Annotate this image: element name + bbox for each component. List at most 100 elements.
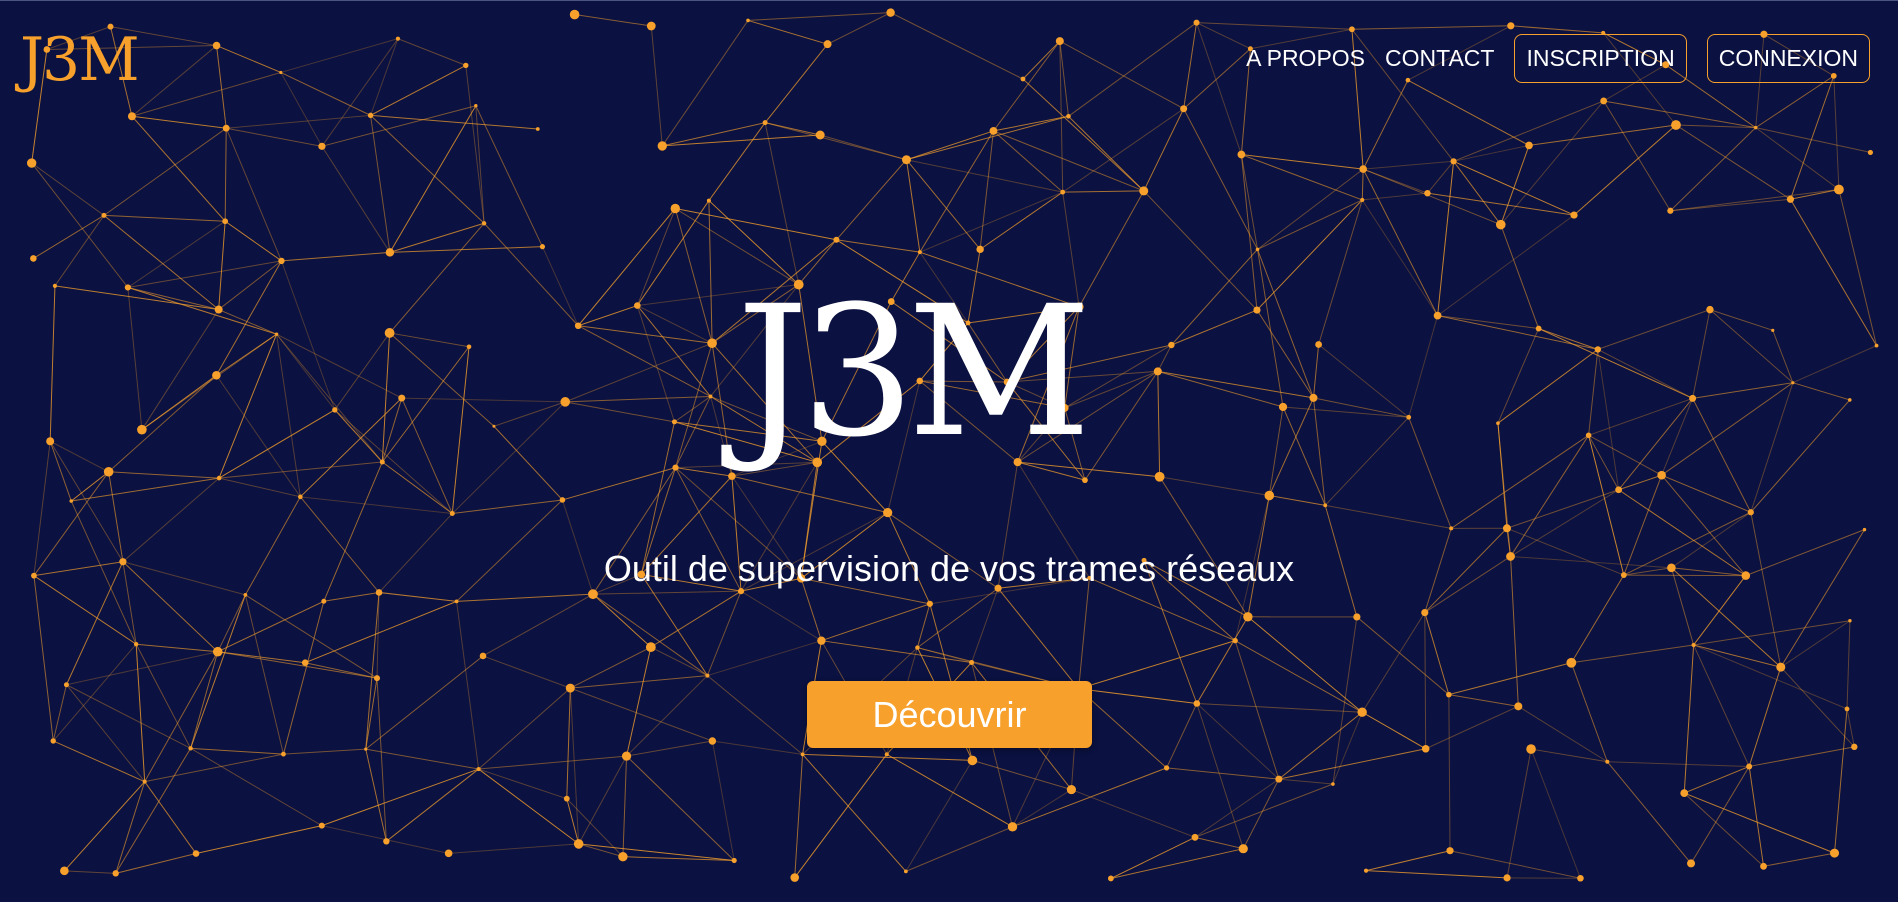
nav-about-link[interactable]: A PROPOS bbox=[1246, 45, 1365, 72]
network-line bbox=[1356, 616, 1450, 695]
network-node bbox=[63, 682, 69, 688]
network-line bbox=[1166, 703, 1198, 769]
network-node bbox=[476, 766, 481, 772]
network-line bbox=[1078, 688, 1197, 705]
network-line bbox=[365, 748, 479, 770]
network-node bbox=[444, 849, 453, 858]
nav-contact-link[interactable]: CONTACT bbox=[1385, 45, 1494, 72]
signup-button[interactable]: INSCRIPTION bbox=[1514, 34, 1687, 83]
network-line bbox=[1838, 189, 1878, 346]
network-line bbox=[1448, 694, 1519, 707]
network-node bbox=[212, 646, 223, 657]
network-line bbox=[281, 260, 336, 411]
network-line bbox=[1750, 382, 1794, 513]
network-line bbox=[708, 200, 713, 344]
network-node bbox=[535, 127, 540, 131]
network-line bbox=[1618, 398, 1694, 491]
network-node bbox=[728, 472, 736, 480]
network-node bbox=[301, 659, 309, 667]
network-line bbox=[731, 475, 888, 514]
network-line bbox=[821, 640, 972, 663]
network-node bbox=[214, 305, 223, 314]
network-line bbox=[997, 587, 1080, 690]
network-line bbox=[305, 600, 457, 664]
network-line bbox=[1607, 761, 1750, 767]
network-node bbox=[708, 394, 713, 399]
network-node bbox=[60, 866, 69, 876]
network-node bbox=[479, 652, 487, 660]
network-line bbox=[1510, 435, 1590, 557]
network-node bbox=[705, 673, 710, 678]
network-line bbox=[1062, 190, 1144, 193]
network-line bbox=[971, 588, 999, 663]
network-line bbox=[1257, 249, 1284, 408]
network-line bbox=[1453, 144, 1530, 162]
network-line bbox=[917, 587, 999, 648]
network-node bbox=[1275, 775, 1283, 783]
network-line bbox=[592, 590, 742, 595]
network-line bbox=[376, 678, 387, 842]
network-node bbox=[321, 598, 327, 604]
network-line bbox=[1166, 767, 1279, 780]
network-node bbox=[707, 338, 717, 348]
network-node bbox=[1446, 691, 1452, 698]
network-line bbox=[1670, 198, 1791, 212]
brand-logo[interactable]: J3M bbox=[20, 22, 155, 92]
network-node bbox=[621, 751, 632, 761]
network-node bbox=[1315, 341, 1323, 348]
network-line bbox=[919, 191, 1063, 253]
network-node bbox=[1760, 862, 1767, 870]
network-line bbox=[674, 208, 713, 344]
discover-button[interactable]: Découvrir bbox=[807, 681, 1092, 748]
network-line bbox=[1780, 620, 1851, 668]
network-line bbox=[1670, 188, 1839, 212]
network-line bbox=[1110, 836, 1196, 879]
network-line bbox=[1425, 705, 1519, 750]
main-nav: A PROPOS CONTACT INSCRIPTION CONNEXION bbox=[1246, 34, 1870, 83]
network-line bbox=[1692, 398, 1752, 513]
network-line bbox=[389, 332, 470, 348]
network-line bbox=[282, 601, 325, 755]
network-line bbox=[1062, 108, 1184, 193]
network-line bbox=[1312, 397, 1326, 506]
network-node bbox=[1862, 527, 1867, 532]
network-line bbox=[1748, 766, 1765, 867]
network-node bbox=[103, 466, 114, 477]
network-node bbox=[124, 284, 131, 291]
network-line bbox=[33, 575, 54, 742]
network-line bbox=[1437, 161, 1455, 316]
network-line bbox=[886, 753, 1013, 828]
network-node bbox=[903, 869, 908, 874]
network-node bbox=[1594, 346, 1602, 353]
network-line bbox=[108, 471, 220, 479]
network-line bbox=[127, 220, 226, 288]
network-line bbox=[565, 395, 711, 403]
network-node bbox=[657, 141, 667, 151]
network-node bbox=[1657, 470, 1666, 480]
network-node bbox=[1154, 471, 1165, 482]
network-line bbox=[1772, 330, 1794, 383]
network-line bbox=[1268, 397, 1314, 496]
network-line bbox=[276, 333, 402, 399]
network-line bbox=[401, 397, 566, 403]
network-line bbox=[1408, 417, 1452, 529]
network-node bbox=[1754, 125, 1758, 130]
network-line bbox=[1692, 382, 1793, 399]
network-line bbox=[334, 332, 391, 411]
network-line bbox=[115, 781, 146, 874]
network-node bbox=[1309, 393, 1318, 402]
network-node bbox=[815, 130, 825, 140]
network-node bbox=[454, 599, 459, 604]
network-node bbox=[1237, 150, 1246, 159]
network-line bbox=[1361, 199, 1439, 316]
login-button[interactable]: CONNEXION bbox=[1706, 34, 1870, 83]
network-node bbox=[1848, 619, 1852, 623]
network-node bbox=[1421, 608, 1429, 617]
network-node bbox=[52, 283, 58, 288]
network-node bbox=[645, 642, 656, 653]
network-line bbox=[1538, 328, 1693, 399]
network-node bbox=[588, 589, 598, 600]
network-line bbox=[478, 755, 627, 770]
network-line bbox=[906, 130, 994, 161]
network-line bbox=[706, 590, 742, 676]
